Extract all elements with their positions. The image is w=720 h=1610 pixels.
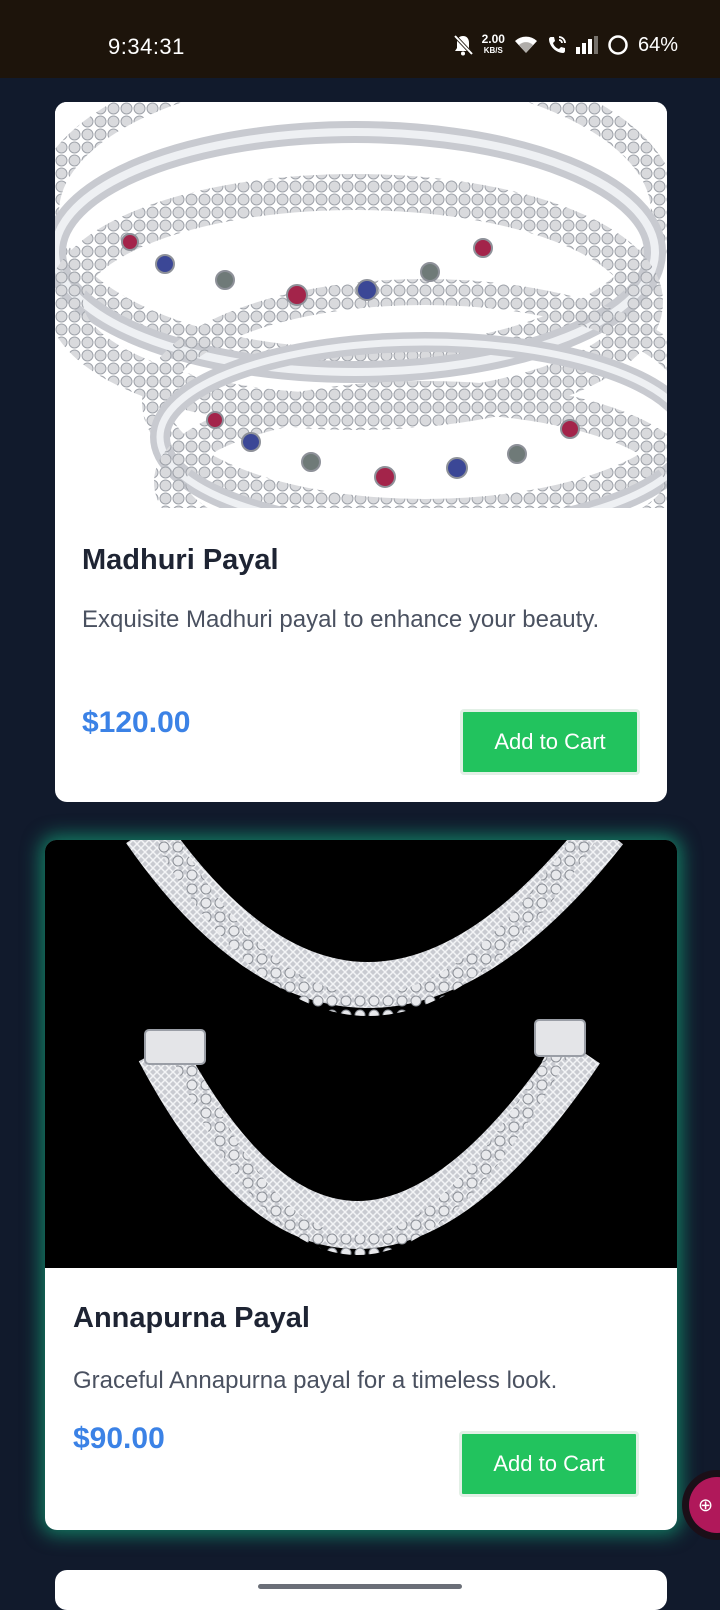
product-price: $120.00 [82, 706, 191, 739]
product-card [55, 1570, 667, 1610]
product-price: $90.00 [73, 1422, 165, 1455]
wifi-call-icon [547, 35, 567, 55]
mute-bell-icon [453, 34, 473, 56]
net-speed: 2.00 KB/S [481, 32, 505, 55]
product-description: Graceful Annapurna payal for a timeless … [73, 1367, 558, 1394]
wifi-icon [514, 35, 538, 55]
add-to-cart-button[interactable]: Add to Cart [459, 1431, 639, 1497]
battery-level: 64% [637, 33, 678, 56]
plus-circle-icon: ⊕ [689, 1477, 720, 1533]
product-name: Annapurna Payal [73, 1302, 310, 1334]
home-indicator[interactable] [258, 1584, 462, 1589]
status-time: 9:34:31 [108, 34, 185, 59]
add-to-cart-button[interactable]: Add to Cart [460, 709, 640, 775]
product-name: Madhuri Payal [82, 544, 279, 576]
product-description: Exquisite Madhuri payal to enhance your … [82, 606, 600, 633]
status-icons: 2.00 KB/S 64% [453, 30, 678, 60]
product-card: Madhuri Payal Exquisite Madhuri payal to… [55, 102, 667, 802]
floating-action-button[interactable]: ⊕ [682, 1470, 720, 1540]
battery-ring-icon [607, 34, 629, 56]
product-image [45, 840, 677, 1268]
product-card: Annapurna Payal Graceful Annapurna payal… [45, 840, 677, 1530]
status-bar: 9:34:31 2.00 KB/S 64% [0, 0, 720, 78]
signal-icon [575, 36, 598, 54]
product-image [55, 102, 667, 508]
